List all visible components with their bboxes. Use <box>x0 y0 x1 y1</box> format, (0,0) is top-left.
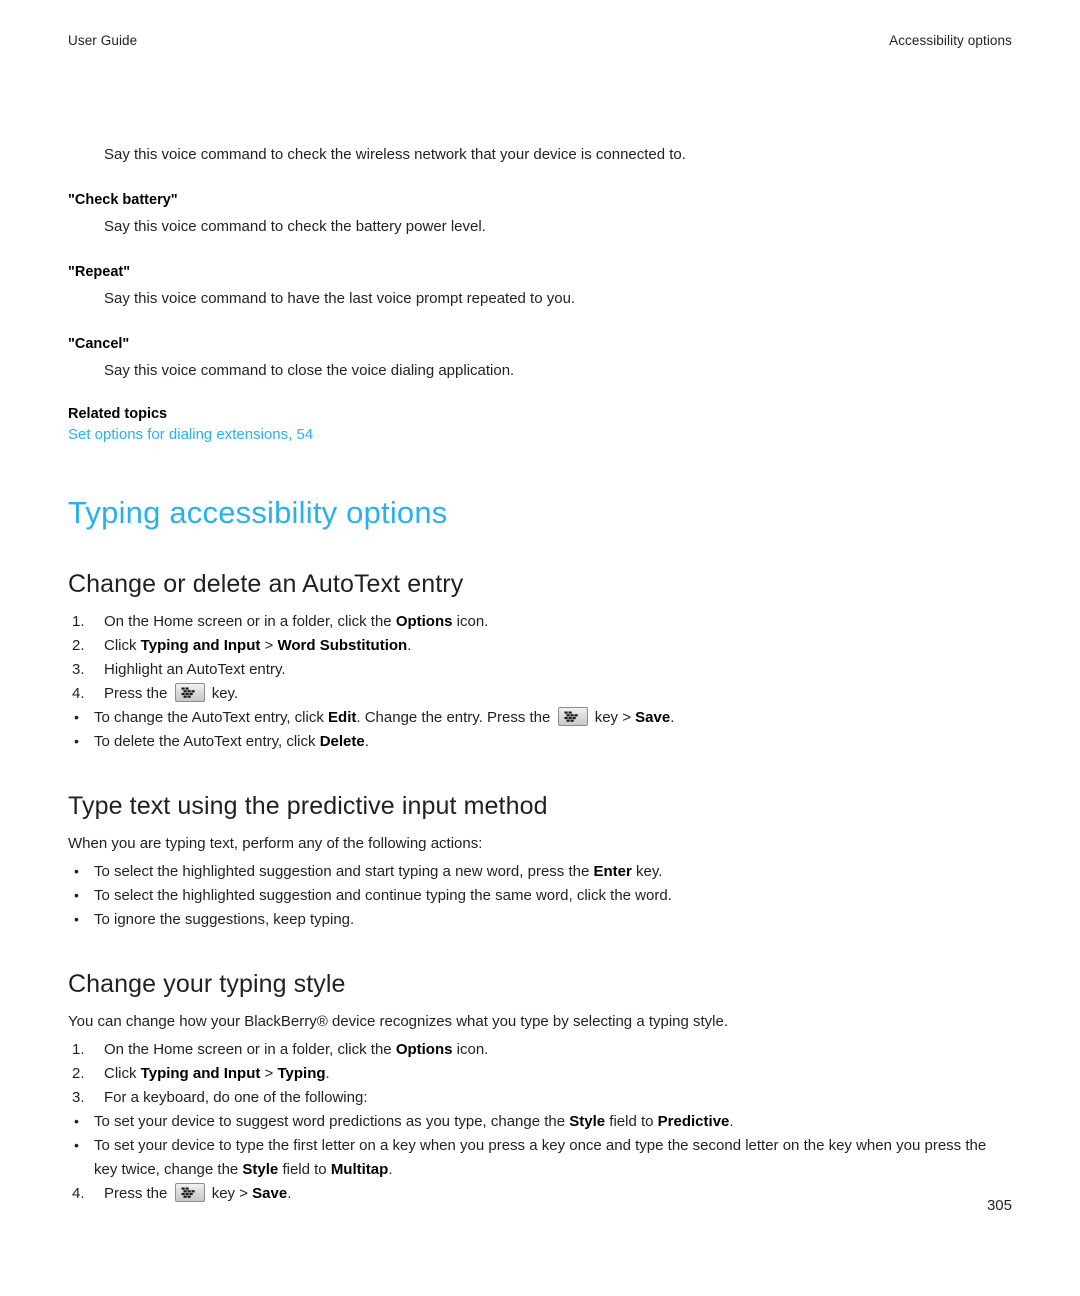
step-number: 3. <box>72 1089 85 1106</box>
numbered-step-list: 1. On the Home screen or in a folder, cli… <box>68 1038 1012 1110</box>
bullet-text: To change the AutoText entry, click Edit… <box>94 707 675 726</box>
emphasized-term: Predictive <box>657 1113 730 1130</box>
step-number: 1. <box>72 1041 85 1058</box>
step-text: On the Home screen or in a folder, click… <box>104 1041 489 1058</box>
emphasized-term: Word Substitution <box>277 637 408 654</box>
bullet-text: To set your device to suggest word predi… <box>94 1113 734 1130</box>
voice-command-term: "Cancel" <box>68 336 130 352</box>
step-text: Highlight an AutoText entry. <box>104 661 286 678</box>
step-number: 2. <box>72 637 85 654</box>
blackberry-menu-key-icon <box>174 683 205 702</box>
section-heading: Type text using the predictive input met… <box>68 792 548 820</box>
numbered-step: 1. On the Home screen or in a folder, cli… <box>68 610 1012 634</box>
section-intro-paragraph: When you are typing text, perform any of… <box>68 835 483 852</box>
numbered-step: 2. Click Typing and Input > Typing. <box>68 1062 1012 1086</box>
bullet-item: To set your device to suggest word predi… <box>68 1109 1012 1134</box>
running-head: User Guide Accessibility options <box>68 33 1012 48</box>
step-text: Press the key. <box>104 683 239 702</box>
voice-command-item: "Repeat" Say this voice command to have … <box>68 261 1012 311</box>
numbered-step: 3. For a keyboard, do one of the followin… <box>68 1086 1012 1110</box>
blackberry-menu-key-icon <box>557 707 588 726</box>
related-topics-title: Related topics <box>68 406 168 422</box>
numbered-step: 3. Highlight an AutoText entry. <box>68 658 1012 682</box>
emphasized-term: Typing and Input <box>140 1065 261 1082</box>
bullet-sublist: To change the AutoText entry, click Edit… <box>68 705 1012 754</box>
step-number: 4. <box>72 685 85 702</box>
step-text: For a keyboard, do one of the following: <box>104 1089 368 1106</box>
numbered-step: 4. Press the key. <box>68 682 1012 706</box>
bullet-item: To change the AutoText entry, click Edit… <box>68 705 1012 730</box>
voice-command-list: "Check battery" Say this voice command t… <box>68 189 1012 383</box>
chapter-heading: Typing accessibility options <box>68 495 448 530</box>
step-number: 2. <box>72 1065 85 1082</box>
bullet-item: To select the highlighted suggestion and… <box>68 883 1012 908</box>
voice-command-description: Say this voice command to have the last … <box>104 290 576 307</box>
bullet-item: To set your device to type the first let… <box>68 1133 1012 1182</box>
document-page: User Guide Accessibility options Say thi… <box>0 0 1080 1296</box>
step-text: Click Typing and Input > Typing. <box>104 1065 330 1082</box>
section-heading: Change or delete an AutoText entry <box>68 570 464 598</box>
emphasized-term: Typing <box>277 1065 326 1082</box>
numbered-step-list: 1. On the Home screen or in a folder, cli… <box>68 610 1012 706</box>
bullet-text: To set your device to type the first let… <box>94 1137 987 1178</box>
bullet-item: To delete the AutoText entry, click Dele… <box>68 729 1012 754</box>
section-intro-paragraph: You can change how your BlackBerry® devi… <box>68 1013 729 1030</box>
bullet-text: To delete the AutoText entry, click Dele… <box>94 733 369 750</box>
section-predictive-input-method: Type text using the predictive input met… <box>68 790 1012 932</box>
bullet-list: To select the highlighted suggestion and… <box>68 859 1012 932</box>
step-number: 1. <box>72 613 85 630</box>
emphasized-term: Style <box>242 1161 279 1178</box>
page-content: Say this voice command to check the wire… <box>68 143 1012 1206</box>
voice-command-item: "Cancel" Say this voice command to close… <box>68 333 1012 383</box>
page-number: 305 <box>986 1197 1012 1214</box>
section-change-or-delete-autotext-entry: Change or delete an AutoText entry 1. On … <box>68 568 1012 754</box>
emphasized-term: Delete <box>319 733 365 750</box>
running-head-right: Accessibility options <box>889 33 1012 48</box>
bullet-text: To select the highlighted suggestion and… <box>94 887 672 904</box>
step-text: On the Home screen or in a folder, click… <box>104 613 489 630</box>
bullet-sublist: To set your device to suggest word predi… <box>68 1109 1012 1182</box>
emphasized-term: Edit <box>328 709 357 726</box>
voice-command-term: "Check battery" <box>68 192 178 208</box>
step-text: Click Typing and Input > Word Substituti… <box>104 637 412 654</box>
section-heading: Change your typing style <box>68 970 346 998</box>
voice-command-description: Say this voice command to close the voic… <box>104 362 515 379</box>
related-topics-link[interactable]: Set options for dialing extensions, 54 <box>68 424 313 446</box>
emphasized-term: Save <box>635 709 671 726</box>
section-change-typing-style: Change your typing style You can change … <box>68 968 1012 1206</box>
bullet-text: To ignore the suggestions, keep typing. <box>94 911 355 928</box>
bullet-text: To select the highlighted suggestion and… <box>94 863 663 880</box>
related-topics: Related topics Set options for dialing e… <box>68 406 1012 446</box>
running-head-left: User Guide <box>68 33 138 48</box>
voice-command-item: "Check battery" Say this voice command t… <box>68 189 1012 239</box>
numbered-step: 2. Click Typing and Input > Word Substitu… <box>68 634 1012 658</box>
bullet-item: To select the highlighted suggestion and… <box>68 859 1012 884</box>
lead-paragraph: Say this voice command to check the wire… <box>104 146 686 163</box>
emphasized-term: Style <box>569 1113 606 1130</box>
emphasized-term: Options <box>395 1041 453 1058</box>
voice-command-term: "Repeat" <box>68 264 131 280</box>
numbered-step: 1. On the Home screen or in a folder, cli… <box>68 1038 1012 1062</box>
voice-command-description: Say this voice command to check the batt… <box>104 218 486 235</box>
emphasized-term: Multitap <box>330 1161 389 1178</box>
step-number: 3. <box>72 661 85 678</box>
emphasized-term: Enter <box>593 863 632 880</box>
emphasized-term: Options <box>395 613 453 630</box>
bullet-item: To ignore the suggestions, keep typing. <box>68 907 1012 932</box>
emphasized-term: Typing and Input <box>140 637 261 654</box>
